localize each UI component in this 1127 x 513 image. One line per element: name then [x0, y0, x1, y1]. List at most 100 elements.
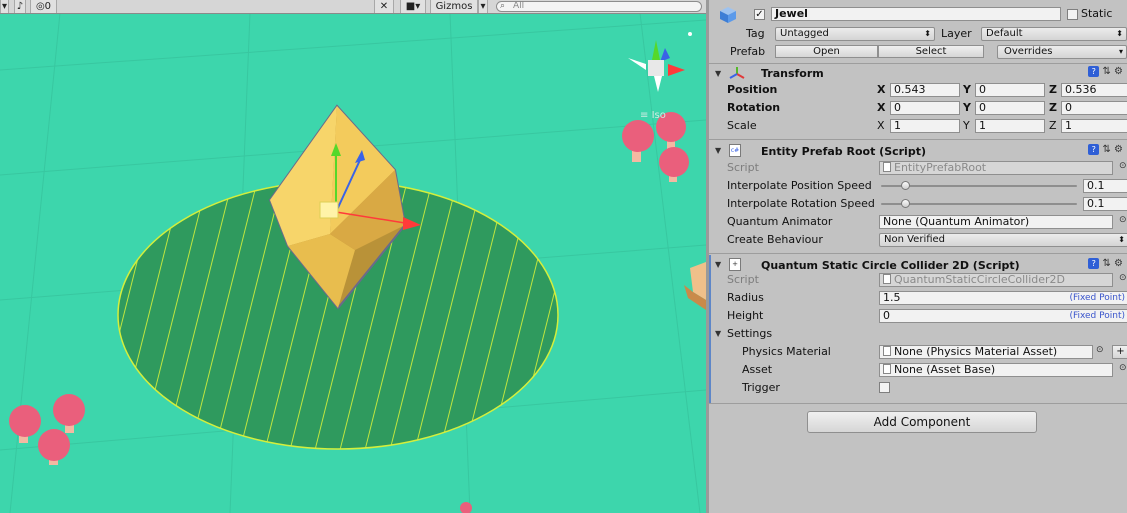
object-picker-icon[interactable]: ⊙: [1096, 345, 1104, 355]
tag-value: Untagged: [780, 28, 829, 39]
object-picker-icon[interactable]: ⊙: [1119, 215, 1127, 225]
separator: [709, 139, 1127, 140]
position-x-field[interactable]: 0.543: [890, 83, 960, 97]
scale-z-label: Z: [1049, 119, 1057, 132]
object-picker-icon[interactable]: ⊙: [1119, 363, 1127, 373]
interp-rot-slider-track[interactable]: [881, 203, 1077, 205]
position-label: Position: [727, 83, 778, 96]
prefab-label: Prefab: [730, 45, 766, 58]
active-checkbox[interactable]: ✓: [754, 9, 765, 20]
help-icon[interactable]: ?: [1088, 66, 1100, 77]
create-behaviour-label: Create Behaviour: [727, 233, 823, 246]
asset-field[interactable]: None (Asset Base): [879, 363, 1113, 377]
cube-icon: [719, 6, 737, 24]
tag-dropdown[interactable]: Untagged ⬍: [775, 27, 935, 41]
prefab-select-button[interactable]: Select: [878, 45, 984, 58]
overrides-value: Overrides: [1004, 46, 1053, 57]
height-value: 0: [883, 309, 890, 322]
position-z-label: Z: [1049, 83, 1057, 96]
gear-icon[interactable]: ⚙: [1114, 144, 1123, 155]
rotation-y-field[interactable]: 0: [975, 101, 1045, 115]
object-picker-icon[interactable]: ⊙: [1119, 161, 1127, 171]
radius-field[interactable]: 1.5 (Fixed Point): [879, 291, 1127, 305]
search-placeholder: All: [513, 1, 525, 11]
rotation-x-label: X: [877, 101, 886, 114]
epr-script-label: Script: [727, 161, 759, 174]
interp-pos-slider-handle[interactable]: [900, 181, 910, 190]
add-component-button[interactable]: Add Component: [807, 411, 1037, 433]
audio-icon[interactable]: ♪: [14, 0, 26, 13]
asset-value: None (Asset Base): [894, 363, 996, 376]
scene-search-input[interactable]: ⌕ All: [496, 1, 702, 12]
interp-rot-field[interactable]: 0.1: [1083, 197, 1127, 211]
scene-view[interactable]: ▾ ♪ ◎0 ✕ ■▾ Gizmos ▾ ⌕ All ≡ Iso: [0, 0, 706, 513]
rotation-label: Rotation: [727, 101, 781, 114]
iso-label[interactable]: ≡ Iso: [640, 110, 666, 121]
add-physics-material-button[interactable]: +: [1112, 345, 1127, 359]
interp-pos-label: Interpolate Position Speed: [727, 179, 872, 192]
separator: [709, 253, 1127, 254]
height-field[interactable]: 0 (Fixed Point): [879, 309, 1127, 323]
position-x-label: X: [877, 83, 886, 96]
preset-icon[interactable]: ⇅: [1102, 144, 1110, 155]
create-behaviour-dropdown[interactable]: Non Verified ⬍: [879, 233, 1127, 247]
settings-foldout-icon[interactable]: ▼: [715, 329, 721, 338]
physics-material-value: None (Physics Material Asset): [894, 345, 1058, 358]
quantum-animator-field[interactable]: None (Quantum Animator): [879, 215, 1113, 229]
physics-material-field[interactable]: None (Physics Material Asset): [879, 345, 1093, 359]
help-icon[interactable]: ?: [1088, 144, 1100, 155]
asset-file-icon: [883, 346, 891, 356]
scale-label: Scale: [727, 119, 757, 132]
collider-script-field[interactable]: QuantumStaticCircleCollider2D: [879, 273, 1113, 287]
layer-label: Layer: [941, 27, 972, 40]
gizmos-button[interactable]: Gizmos: [430, 0, 478, 13]
inspector-panel: ✓ Jewel Static Tag Untagged ⬍ Layer Defau…: [706, 0, 1127, 513]
rotation-y-label: Y: [963, 101, 971, 114]
tools-icon[interactable]: ✕: [374, 0, 394, 13]
rotation-z-label: Z: [1049, 101, 1057, 114]
tag-label: Tag: [746, 27, 765, 40]
iso-menu-icon: ≡: [640, 110, 652, 121]
scale-y-field[interactable]: 1: [975, 119, 1045, 133]
scene-toolbar-left-button[interactable]: ▾: [0, 0, 9, 13]
prefab-overrides-dropdown[interactable]: Overrides ▾: [997, 45, 1127, 59]
collider-script-label: Script: [727, 273, 759, 286]
epr-script-field[interactable]: EntityPrefabRoot: [879, 161, 1113, 175]
position-y-label: Y: [963, 83, 971, 96]
gear-icon[interactable]: ⚙: [1114, 258, 1123, 269]
fixed-point-tag: (Fixed Point): [1069, 311, 1125, 321]
position-z-field[interactable]: 0.536: [1061, 83, 1127, 97]
object-picker-icon[interactable]: ⊙: [1119, 273, 1127, 283]
scene-canvas: [0, 0, 706, 513]
transform-icon: [729, 66, 745, 80]
trigger-checkbox[interactable]: [879, 382, 890, 393]
visibility-count: 0: [44, 1, 52, 12]
radius-label: Radius: [727, 291, 764, 304]
interp-rot-slider-handle[interactable]: [900, 199, 910, 208]
gizmos-dropdown-icon[interactable]: ▾: [478, 0, 488, 13]
prefab-open-button[interactable]: Open: [775, 45, 878, 58]
gear-icon[interactable]: ⚙: [1114, 66, 1123, 77]
interp-pos-field[interactable]: 0.1: [1083, 179, 1127, 193]
static-checkbox[interactable]: [1067, 9, 1078, 20]
rotation-z-field[interactable]: 0: [1061, 101, 1127, 115]
interp-pos-slider-track[interactable]: [881, 185, 1077, 187]
scale-x-field[interactable]: 1: [890, 119, 960, 133]
settings-label[interactable]: Settings: [727, 327, 772, 340]
preset-icon[interactable]: ⇅: [1102, 66, 1110, 77]
layer-dropdown[interactable]: Default ⬍: [981, 27, 1127, 41]
scale-z-field[interactable]: 1: [1061, 119, 1127, 133]
collider-foldout-icon[interactable]: ▼: [715, 260, 721, 269]
help-icon[interactable]: ?: [1088, 258, 1100, 269]
object-name-field[interactable]: Jewel: [771, 7, 1061, 21]
position-y-field[interactable]: 0: [975, 83, 1045, 97]
script-icon: +: [729, 258, 741, 271]
rotation-x-field[interactable]: 0: [890, 101, 960, 115]
transform-foldout-icon[interactable]: ▼: [715, 69, 721, 78]
camera-icon[interactable]: ■▾: [400, 0, 426, 13]
entity-prefab-root-foldout-icon[interactable]: ▼: [715, 146, 721, 155]
separator: [709, 63, 1127, 64]
visibility-toggle[interactable]: ◎0: [30, 0, 57, 13]
preset-icon[interactable]: ⇅: [1102, 258, 1110, 269]
trigger-label: Trigger: [742, 381, 780, 394]
